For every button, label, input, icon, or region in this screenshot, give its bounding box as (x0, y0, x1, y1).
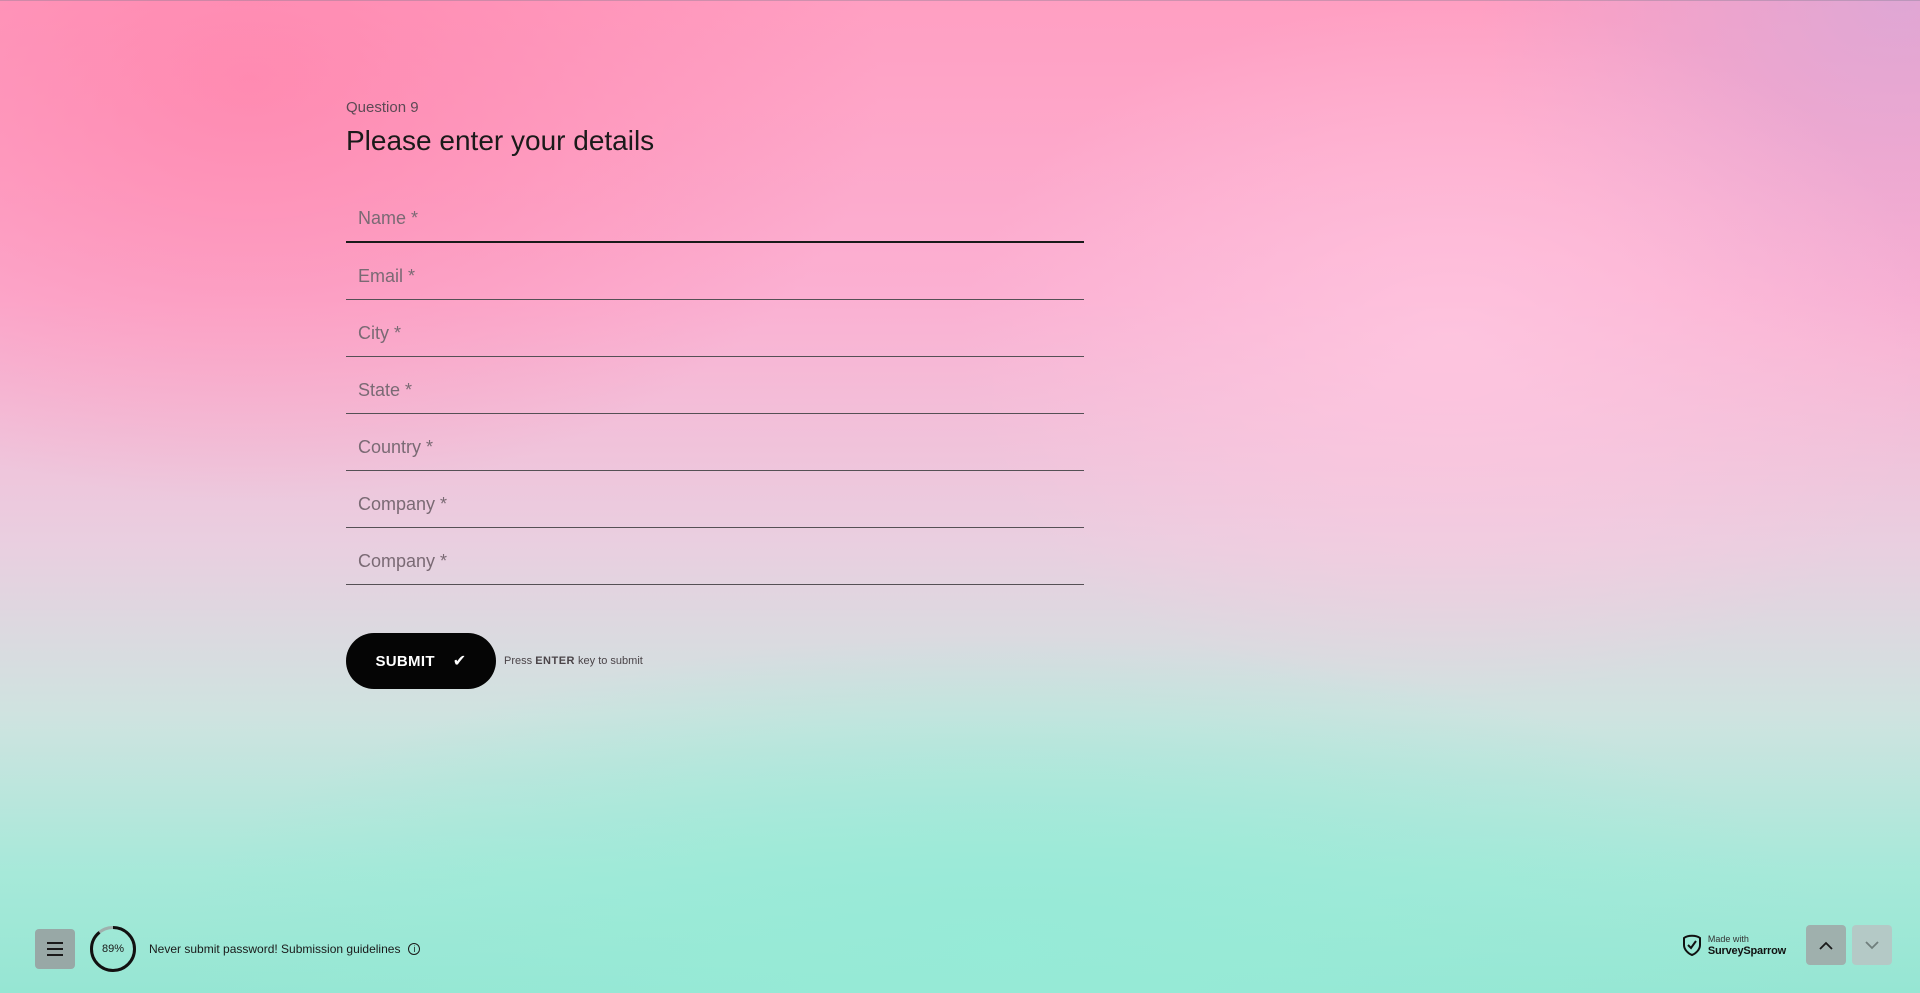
menu-icon (47, 942, 63, 956)
country-field (346, 414, 1084, 471)
brand-made-with: Made with (1707, 934, 1749, 944)
check-icon: ✔ (452, 653, 467, 670)
state-input[interactable] (346, 374, 1084, 407)
email-field (346, 243, 1084, 300)
question-block: Question 9 Please enter your details (346, 98, 1084, 585)
hint-prefix: Press (504, 655, 533, 667)
question-number: Question 9 (346, 99, 419, 116)
name-input[interactable] (346, 202, 1084, 235)
company-field-2 (346, 528, 1084, 585)
city-field (346, 300, 1084, 357)
question-title: Please enter your details (346, 125, 655, 156)
submit-label: SUBMIT (375, 652, 435, 670)
next-question-button[interactable] (1852, 925, 1892, 965)
menu-button[interactable] (35, 929, 75, 969)
top-border (0, 0, 1920, 1)
email-input[interactable] (346, 260, 1084, 293)
submission-notice[interactable]: Never submit password! Submission guidel… (149, 942, 400, 956)
progress-indicator: 89% (89, 925, 137, 973)
submit-row: SUBMIT ✔ Press ENTER key to submit (346, 633, 643, 689)
submit-button[interactable]: SUBMIT ✔ (346, 633, 496, 689)
name-field (346, 186, 1084, 243)
progress-label: 89% (101, 943, 125, 955)
previous-question-button[interactable] (1806, 925, 1846, 965)
surveysparrow-badge[interactable]: Made with SurveySparrow (1682, 933, 1786, 957)
hint-key: ENTER (535, 655, 575, 667)
hint-suffix: key to submit (578, 655, 643, 667)
submit-hint: Press ENTER key to submit (504, 655, 643, 667)
chevron-down-icon (1865, 940, 1879, 949)
info-icon[interactable]: i (408, 943, 421, 955)
state-field (346, 357, 1084, 414)
company-field (346, 471, 1084, 528)
company-input[interactable] (346, 488, 1084, 521)
brand-text: Made with SurveySparrow (1708, 933, 1786, 957)
city-input[interactable] (346, 317, 1084, 350)
footer-left: 89% Never submit password! Submission gu… (35, 925, 421, 973)
footer-right: Made with SurveySparrow (1682, 925, 1892, 965)
company-input-2[interactable] (346, 545, 1084, 578)
country-input[interactable] (346, 431, 1084, 464)
brand-name: SurveySparrow (1707, 945, 1786, 957)
surveysparrow-logo-icon (1682, 934, 1701, 956)
contact-fields (346, 186, 1084, 585)
chevron-up-icon (1819, 941, 1833, 950)
